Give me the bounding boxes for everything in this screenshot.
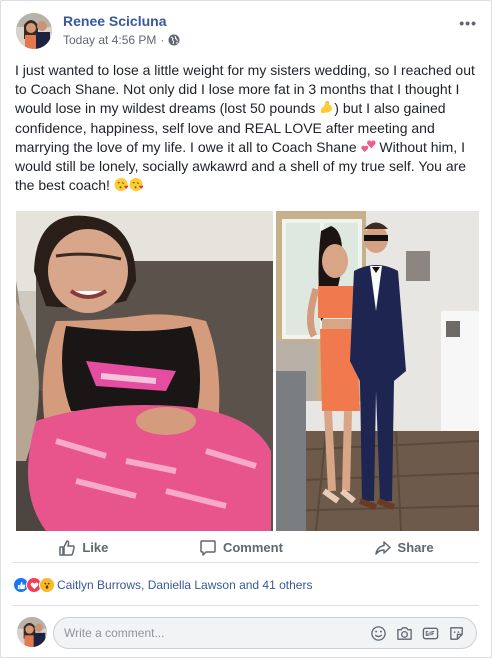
post-header: Renee Scicluna Today at 4:56 PM · •••: [13, 11, 479, 51]
like-label: Like: [82, 540, 109, 555]
comment-tools: [370, 625, 465, 642]
comment-label: Comment: [222, 540, 283, 555]
reaction-icons: [13, 577, 55, 593]
speech-bubble-icon: [200, 539, 216, 556]
author-avatar[interactable]: [16, 13, 52, 49]
after-photo[interactable]: [276, 211, 479, 531]
reactions-summary[interactable]: Caitlyn Burrows, Daniella Lawson and 41 …: [13, 573, 479, 597]
post-actions-bar: Like Comment Share: [13, 533, 479, 563]
camera-icon[interactable]: [396, 625, 413, 642]
post-text: I just wanted to lose a little weight fo…: [15, 61, 479, 195]
globe-icon[interactable]: [168, 34, 180, 46]
post-photos: [15, 211, 479, 531]
more-options-button[interactable]: •••: [459, 15, 477, 31]
share-arrow-icon: [374, 540, 391, 555]
post-timestamp[interactable]: Today at 4:56 PM: [63, 33, 156, 47]
post-meta: Today at 4:56 PM ·: [63, 33, 180, 47]
flexed-biceps-icon: [321, 101, 333, 114]
meta-separator: ·: [160, 33, 165, 47]
author-name[interactable]: Renee Scicluna: [63, 13, 167, 29]
comment-composer: Write a comment...: [13, 615, 479, 651]
reactions-text[interactable]: Caitlyn Burrows, Daniella Lawson and 41 …: [57, 578, 312, 592]
wow-reaction-icon: [39, 577, 55, 593]
gif-icon[interactable]: [422, 625, 439, 642]
like-button[interactable]: Like: [58, 539, 108, 557]
two-hearts-icon: [360, 140, 376, 152]
emoji-icon[interactable]: [370, 625, 387, 642]
divider: [13, 605, 479, 606]
share-button[interactable]: Share: [374, 539, 434, 557]
before-photo[interactable]: [16, 211, 273, 531]
thumbs-up-icon: [59, 539, 76, 556]
share-label: Share: [397, 540, 434, 555]
comment-button[interactable]: Comment: [199, 539, 283, 557]
sticker-icon[interactable]: [448, 625, 465, 642]
current-user-avatar[interactable]: [17, 617, 47, 647]
face-blowing-kiss-icon: [114, 178, 128, 192]
post-card: Renee Scicluna Today at 4:56 PM · ••• I …: [0, 0, 492, 658]
face-blowing-kiss-icon: [129, 178, 143, 192]
